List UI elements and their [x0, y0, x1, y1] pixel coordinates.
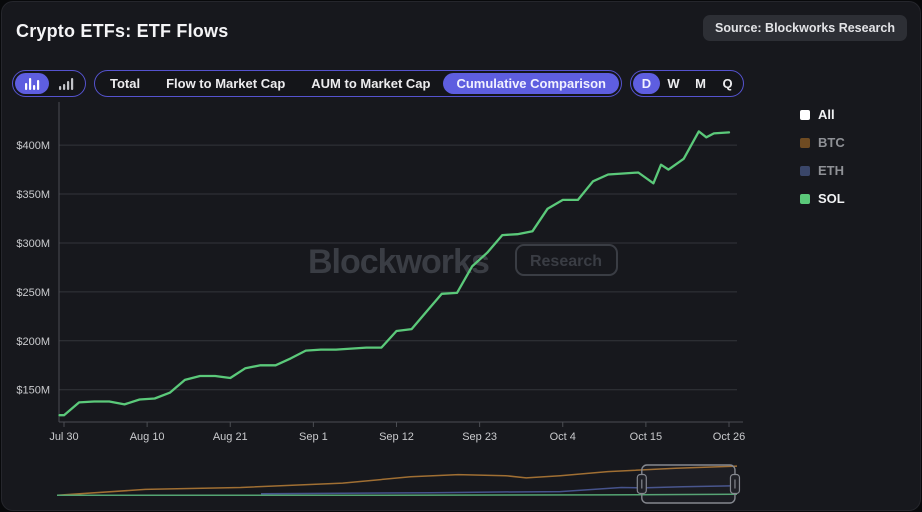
y-tick-label: $300M	[16, 238, 50, 250]
chart-type-toggle	[12, 70, 86, 97]
period-toggle: D W M Q	[630, 70, 744, 97]
chart-card: $150M $200M $250M $300M $350M $400M Jul 30 Aug …	[1, 1, 921, 511]
y-tick-label: $350M	[16, 189, 50, 201]
column-chart-icon	[58, 77, 74, 91]
y-tick-label: $200M	[16, 336, 50, 348]
chart-plot-area[interactable]	[59, 106, 737, 422]
legend-item-sol[interactable]: SOL	[800, 191, 845, 206]
period-month-button[interactable]: M	[687, 73, 714, 94]
tab-total[interactable]: Total	[97, 73, 153, 94]
navigator-chart[interactable]	[57, 462, 737, 503]
chart-type-column-button[interactable]	[49, 73, 83, 94]
legend-item-eth[interactable]: ETH	[800, 163, 845, 178]
x-tick-label: Oct 26	[713, 431, 745, 443]
legend-label-btc: BTC	[818, 135, 845, 150]
legend-item-all[interactable]: All	[800, 107, 845, 122]
period-week-button[interactable]: W	[660, 73, 687, 94]
range-brush[interactable]	[642, 465, 735, 503]
x-tick-label: Aug 21	[213, 431, 248, 443]
bar-chart-icon	[23, 77, 41, 91]
legend-label-all: All	[818, 107, 835, 122]
legend: All BTC ETH SOL	[800, 107, 845, 219]
x-tick-label: Jul 30	[49, 431, 78, 443]
x-tick-label: Sep 23	[462, 431, 497, 443]
x-tick-label: Sep 1	[299, 431, 328, 443]
y-tick-label: $400M	[16, 140, 50, 152]
y-tick-label: $150M	[16, 385, 50, 397]
legend-swatch-all	[800, 110, 810, 120]
tab-flow-to-market-cap[interactable]: Flow to Market Cap	[153, 73, 298, 94]
tab-cumulative-comparison[interactable]: Cumulative Comparison	[443, 73, 619, 94]
legend-label-sol: SOL	[818, 191, 845, 206]
view-tabs: Total Flow to Market Cap AUM to Market C…	[94, 70, 622, 97]
legend-swatch-eth	[800, 166, 810, 176]
legend-swatch-btc	[800, 138, 810, 148]
x-tick-label: Aug 10	[130, 431, 165, 443]
chart-type-bar-button[interactable]	[15, 73, 49, 94]
legend-item-btc[interactable]: BTC	[800, 135, 845, 150]
tab-aum-to-market-cap[interactable]: AUM to Market Cap	[298, 73, 443, 94]
x-tick-label: Oct 4	[550, 431, 576, 443]
period-day-button[interactable]: D	[633, 73, 660, 94]
period-quarter-button[interactable]: Q	[714, 73, 741, 94]
x-tick-label: Oct 15	[630, 431, 662, 443]
toolbar: Total Flow to Market Cap AUM to Market C…	[12, 70, 744, 97]
page-title: Crypto ETFs: ETF Flows	[16, 21, 228, 42]
legend-swatch-sol	[800, 194, 810, 204]
x-tick-label: Sep 12	[379, 431, 414, 443]
source-badge: Source: Blockworks Research	[703, 15, 907, 41]
legend-label-eth: ETH	[818, 163, 844, 178]
y-tick-label: $250M	[16, 287, 50, 299]
